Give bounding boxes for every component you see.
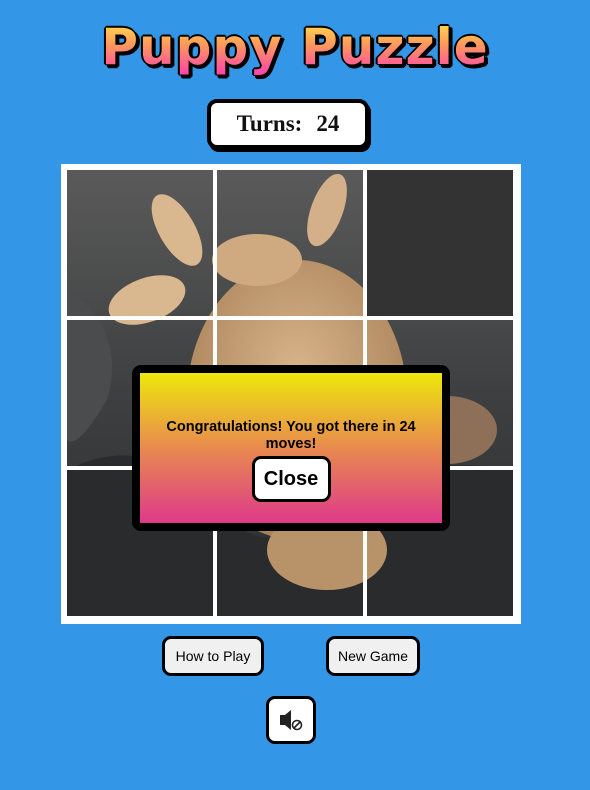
sound-toggle-button[interactable] (266, 696, 316, 744)
turns-counter: Turns: 24 (207, 99, 369, 149)
speaker-muted-icon (280, 710, 303, 731)
turns-label: Turns: (236, 111, 303, 136)
puzzle-tile[interactable] (67, 170, 213, 316)
turns-count: 24 (316, 111, 340, 136)
puppy-photo-fragment (67, 170, 213, 316)
modal-content: Congratulations! You got there in 24 mov… (140, 373, 442, 523)
how-to-play-button[interactable]: How to Play (162, 636, 264, 676)
modal-message: Congratulations! You got there in 24 mov… (166, 419, 416, 452)
game-title: Puppy Puzzle (0, 18, 590, 76)
empty-tile[interactable] (367, 170, 513, 316)
puzzle-tile[interactable] (217, 170, 363, 316)
congratulations-modal: Congratulations! You got there in 24 mov… (132, 365, 450, 531)
close-button[interactable]: Close (251, 456, 331, 502)
new-game-button[interactable]: New Game (326, 636, 420, 676)
puppy-photo-fragment (217, 170, 363, 316)
